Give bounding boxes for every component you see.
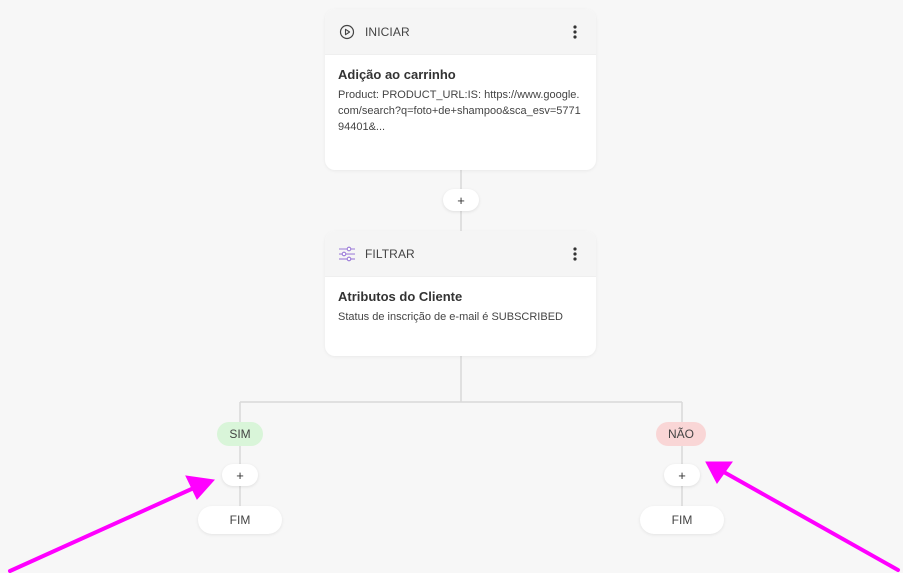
- branch-yes-label: SIM: [217, 422, 263, 446]
- trigger-card-type-label: INICIAR: [365, 24, 410, 39]
- trigger-card-header: INICIAR: [325, 9, 596, 55]
- play-circle-icon: [338, 23, 356, 41]
- filter-card[interactable]: FILTRAR Atributos do Cliente Status de i…: [325, 231, 596, 356]
- filter-card-body: Atributos do Cliente Status de inscrição…: [325, 277, 596, 335]
- filter-card-more-options-icon[interactable]: [566, 243, 584, 265]
- sliders-icon: [338, 245, 356, 263]
- trigger-card-body: Adição ao carrinho Product: PRODUCT_URL:…: [325, 55, 596, 145]
- branch-no-add-step-button[interactable]: +: [664, 464, 700, 486]
- branch-no-end-node: FIM: [640, 506, 724, 534]
- filter-card-header: FILTRAR: [325, 231, 596, 277]
- branch-no-label: NÃO: [656, 422, 706, 446]
- branch-yes-add-step-button[interactable]: +: [222, 464, 258, 486]
- flow-canvas: INICIAR Adição ao carrinho Product: PROD…: [0, 0, 903, 573]
- trigger-card-more-options-icon[interactable]: [566, 21, 584, 43]
- trigger-card[interactable]: INICIAR Adição ao carrinho Product: PROD…: [325, 9, 596, 170]
- trigger-card-description: Product: PRODUCT_URL:IS: https://www.goo…: [338, 89, 581, 133]
- branch-yes-end-node: FIM: [198, 506, 282, 534]
- add-step-button[interactable]: +: [443, 189, 479, 211]
- filter-card-type-label: FILTRAR: [365, 246, 415, 261]
- filter-card-description: Status de inscrição de e-mail é SUBSCRIB…: [338, 311, 563, 323]
- trigger-card-title: Adição ao carrinho: [338, 67, 456, 82]
- filter-card-title: Atributos do Cliente: [338, 289, 463, 304]
